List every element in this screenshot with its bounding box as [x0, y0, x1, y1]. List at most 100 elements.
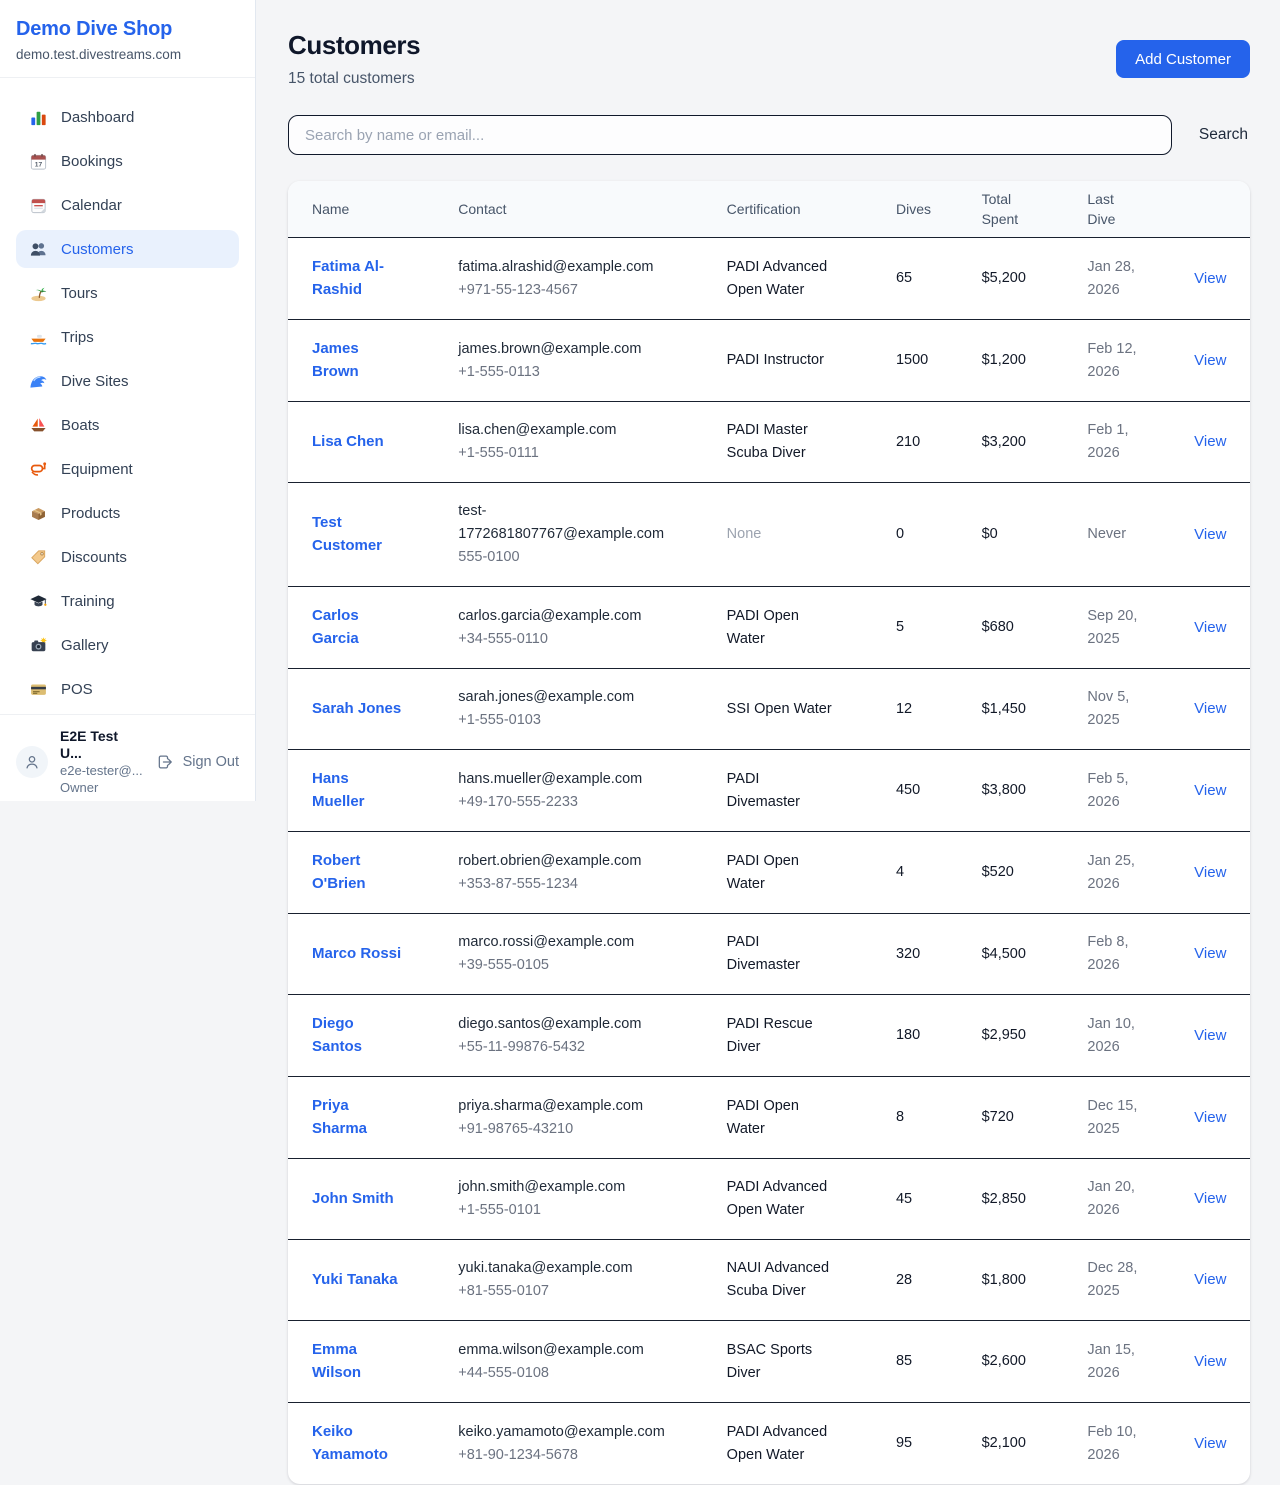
view-link[interactable]: View: [1194, 270, 1226, 287]
sidebar-item-label: Tours: [61, 285, 98, 302]
add-customer-button[interactable]: Add Customer: [1116, 40, 1250, 78]
total-spent: $680: [982, 587, 1088, 669]
last-dive-date: Feb 10, 2026: [1087, 1421, 1149, 1467]
certification: NAUI Advanced Scuba Diver: [727, 1257, 835, 1303]
customer-email: emma.wilson@example.com: [458, 1339, 663, 1362]
customer-name-link[interactable]: Test Customer: [312, 511, 404, 557]
dives-count: 95: [896, 1403, 982, 1485]
sidebar-item-boats[interactable]: Boats: [16, 406, 239, 444]
dives-count: 450: [896, 750, 982, 832]
sidebar-item-gallery[interactable]: Gallery: [16, 626, 239, 664]
sidebar-item-products[interactable]: Products: [16, 494, 239, 532]
table-row: Hans Muellerhans.mueller@example.com+49-…: [288, 750, 1250, 832]
certification: PADI Advanced Open Water: [727, 1421, 835, 1467]
brand-title[interactable]: Demo Dive Shop: [16, 18, 239, 41]
sidebar-item-calendar[interactable]: Calendar: [16, 186, 239, 224]
dives-count: 0: [896, 483, 982, 587]
table-row: Fatima Al-Rashid fatima.alrashid@example.…: [288, 238, 1250, 320]
certification: BSAC Sports Diver: [727, 1339, 835, 1385]
customer-email: sarah.jones@example.com: [458, 686, 663, 709]
certification: PADI Open Water: [727, 605, 835, 651]
total-spent: $2,850: [982, 1159, 1088, 1240]
customer-name-link[interactable]: Hans Mueller: [312, 767, 404, 813]
sidebar-item-bookings[interactable]: Bookings: [16, 142, 239, 180]
customer-name-link[interactable]: Yuki Tanaka: [312, 1268, 398, 1291]
customer-name-link[interactable]: Priya Sharma: [312, 1094, 404, 1140]
customer-phone: 555-0100: [458, 546, 663, 569]
total-spent: $2,950: [982, 995, 1088, 1077]
last-dive-date: Sep 20, 2025: [1087, 605, 1149, 651]
view-link[interactable]: View: [1194, 1190, 1226, 1207]
table-row: Marco Rossimarco.rossi@example.com+39-55…: [288, 914, 1250, 995]
dives-count: 5: [896, 587, 982, 669]
customer-name-link[interactable]: Sarah Jones: [312, 697, 401, 720]
view-link[interactable]: View: [1194, 526, 1226, 543]
table-row: Priya Sharmapriya.sharma@example.com+91-…: [288, 1077, 1250, 1159]
dives-count: 65: [896, 238, 982, 320]
sidebar-item-customers[interactable]: Customers: [16, 230, 239, 268]
search-button[interactable]: Search: [1197, 126, 1250, 144]
customer-count: 15 total customers: [288, 70, 420, 88]
customer-name-link[interactable]: Keiko Yamamoto: [312, 1420, 404, 1466]
customer-email: fatima.alrashid@example.com: [458, 256, 663, 279]
certification: PADI Master Scuba Diver: [727, 419, 835, 465]
customer-name-link[interactable]: Robert O'Brien: [312, 849, 404, 895]
table-row: Yuki Tanakayuki.tanaka@example.com+81-55…: [288, 1240, 1250, 1321]
sidebar-item-label: Gallery: [61, 637, 109, 654]
customer-name-link[interactable]: Marco Rossi: [312, 942, 401, 965]
customer-name-link[interactable]: Diego Santos: [312, 1012, 404, 1058]
view-link[interactable]: View: [1194, 1027, 1226, 1044]
boats-icon: [28, 415, 48, 435]
last-dive-date: Jan 15, 2026: [1087, 1339, 1149, 1385]
sidebar-footer: E2E Test U... e2e-tester@... Owner Sign …: [0, 714, 255, 809]
customer-phone: +49-170-555-2233: [458, 791, 663, 814]
last-dive-date: Dec 15, 2025: [1087, 1095, 1149, 1141]
sidebar-item-discounts[interactable]: Discounts: [16, 538, 239, 576]
table-row: Diego Santosdiego.santos@example.com+55-…: [288, 995, 1250, 1077]
sign-out-button[interactable]: Sign Out: [155, 752, 239, 772]
total-spent: $2,100: [982, 1403, 1088, 1485]
user-role: Owner: [60, 779, 143, 796]
customer-phone: +81-555-0107: [458, 1280, 663, 1303]
avatar: [16, 746, 48, 778]
view-link[interactable]: View: [1194, 864, 1226, 881]
sidebar-item-pos[interactable]: POS: [16, 670, 239, 708]
view-link[interactable]: View: [1194, 782, 1226, 799]
view-link[interactable]: View: [1194, 945, 1226, 962]
page-header: Customers 15 total customers Add Custome…: [288, 30, 1250, 88]
dives-count: 180: [896, 995, 982, 1077]
sidebar-item-trips[interactable]: Trips: [16, 318, 239, 356]
customer-name-link[interactable]: Carlos Garcia: [312, 604, 404, 650]
customer-name-link[interactable]: Fatima Al-Rashid: [312, 255, 404, 301]
customer-email: diego.santos@example.com: [458, 1013, 663, 1036]
view-link[interactable]: View: [1194, 1435, 1226, 1452]
customer-email: robert.obrien@example.com: [458, 850, 663, 873]
customer-name-link[interactable]: John Smith: [312, 1187, 394, 1210]
equipment-icon: [28, 459, 48, 479]
view-link[interactable]: View: [1194, 619, 1226, 636]
view-link[interactable]: View: [1194, 1109, 1226, 1126]
sidebar-item-tours[interactable]: Tours: [16, 274, 239, 312]
sidebar-item-training[interactable]: Training: [16, 582, 239, 620]
certification: PADI Open Water: [727, 1095, 835, 1141]
search-input[interactable]: [288, 115, 1172, 155]
last-dive-date: Never: [1087, 523, 1149, 546]
sidebar-item-dashboard[interactable]: Dashboard: [16, 98, 239, 136]
last-dive-date: Jan 28, 2026: [1087, 256, 1149, 302]
view-link[interactable]: View: [1194, 352, 1226, 369]
view-link[interactable]: View: [1194, 1353, 1226, 1370]
sidebar-item-equipment[interactable]: Equipment: [16, 450, 239, 488]
sidebar-item-dive-sites[interactable]: Dive Sites: [16, 362, 239, 400]
customers-table-card: NameContactCertificationDivesTotal Spent…: [288, 181, 1250, 1484]
sidebar-item-label: Bookings: [61, 153, 123, 170]
certification: None: [727, 523, 835, 546]
view-link[interactable]: View: [1194, 433, 1226, 450]
view-link[interactable]: View: [1194, 1271, 1226, 1288]
customer-name-link[interactable]: Emma Wilson: [312, 1338, 404, 1384]
certification: PADI Divemaster: [727, 931, 835, 977]
customer-name-link[interactable]: Lisa Chen: [312, 430, 384, 453]
view-link[interactable]: View: [1194, 700, 1226, 717]
customer-name-link[interactable]: James Brown: [312, 337, 404, 383]
dives-count: 210: [896, 402, 982, 483]
calendar-icon: [28, 195, 48, 215]
